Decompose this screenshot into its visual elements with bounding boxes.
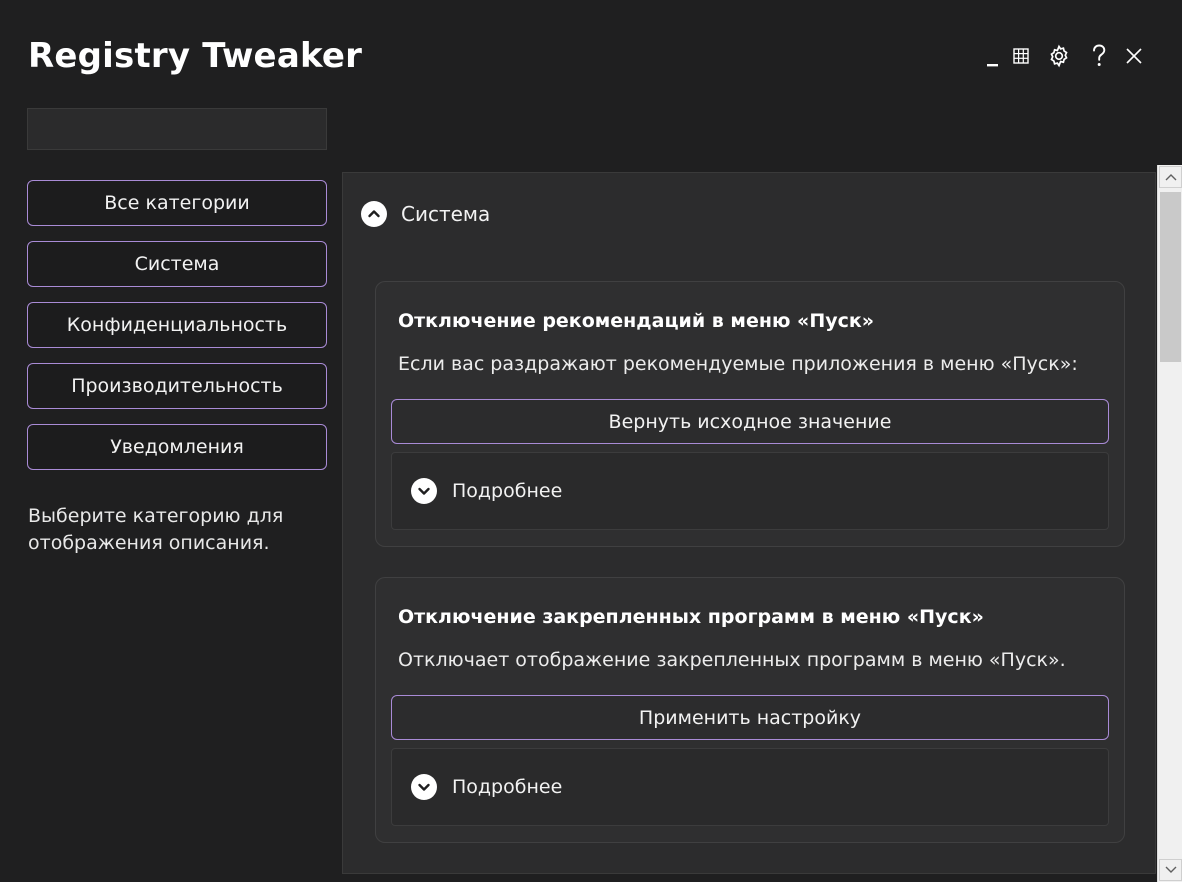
tweak-card: Отключение рекомендаций в меню «Пуск» Ес… (375, 281, 1125, 547)
close-button[interactable] (1119, 40, 1149, 72)
help-button[interactable] (1084, 40, 1114, 72)
category-all-button[interactable]: Все категории (27, 180, 327, 226)
scroll-down-button[interactable] (1159, 859, 1182, 881)
chevron-down-icon (411, 774, 437, 800)
category-list: Все категории Система Конфиденциальность… (27, 180, 327, 485)
tweak-card: Отключение закрепленных программ в меню … (375, 577, 1125, 843)
settings-button[interactable] (1044, 40, 1074, 72)
section-header-system[interactable]: Система (361, 199, 490, 229)
tweak-description: Отключает отображение закрепленных прогр… (398, 649, 1066, 671)
help-icon (1093, 44, 1106, 66)
search-input[interactable] (27, 108, 327, 150)
chevron-up-icon (361, 201, 387, 227)
category-system-button[interactable]: Система (27, 241, 327, 287)
tweak-title: Отключение рекомендаций в меню «Пуск» (398, 310, 875, 332)
chevron-down-icon (411, 478, 437, 504)
chevron-up-icon (1165, 174, 1176, 181)
app-window: Registry Tweaker Все категории Система К… (0, 0, 1182, 882)
details-label: Подробнее (452, 480, 563, 502)
details-expander[interactable]: Подробнее (391, 748, 1109, 826)
tweak-title: Отключение закрепленных программ в меню … (398, 606, 984, 628)
category-privacy-button[interactable]: Конфиденциальность (27, 302, 327, 348)
section-title: Система (401, 202, 491, 226)
chevron-down-icon (1165, 866, 1176, 873)
scroll-up-button[interactable] (1159, 166, 1182, 188)
details-expander[interactable]: Подробнее (391, 452, 1109, 530)
minimize-button[interactable] (982, 40, 1004, 72)
vertical-scrollbar[interactable] (1157, 165, 1182, 882)
close-icon (1126, 48, 1142, 64)
gear-icon (1050, 44, 1068, 68)
category-description: Выберите категорию для отображения описа… (28, 505, 284, 554)
details-label: Подробнее (452, 776, 563, 798)
category-performance-button[interactable]: Производительность (27, 363, 327, 409)
apply-setting-button[interactable]: Применить настройку (391, 695, 1109, 740)
grid-icon (1013, 48, 1029, 64)
restore-default-button[interactable]: Вернуть исходное значение (391, 399, 1109, 444)
category-notifications-button[interactable]: Уведомления (27, 424, 327, 470)
minimize-icon (987, 64, 998, 67)
tweak-description: Если вас раздражают рекомендуемые прилож… (398, 353, 1078, 375)
title-bar-controls (982, 40, 1182, 76)
app-title: Registry Tweaker (28, 36, 363, 76)
scroll-thumb[interactable] (1160, 192, 1181, 362)
layout-button[interactable] (1006, 40, 1036, 72)
tweaks-panel: Система Отключение рекомендаций в меню «… (342, 172, 1156, 874)
